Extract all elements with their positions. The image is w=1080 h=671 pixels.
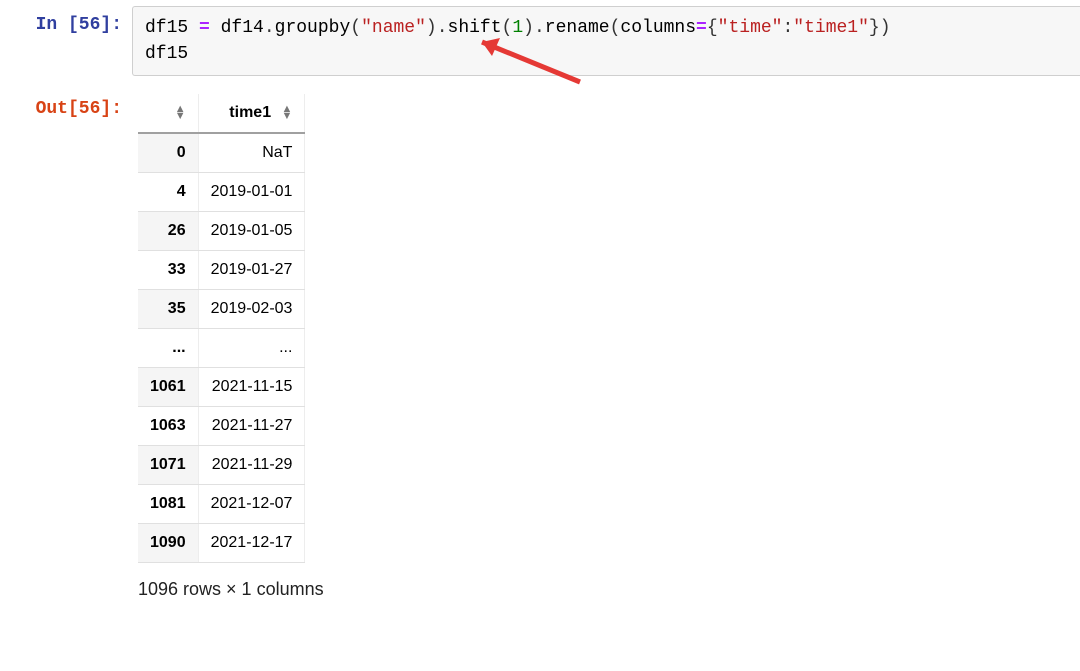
code-token: ): [880, 18, 891, 38]
row-index: 0: [138, 133, 198, 173]
code-cell[interactable]: df15 = df14.groupby("name").shift(1).ren…: [132, 6, 1080, 76]
sort-icon: ▲▼: [282, 106, 293, 119]
cell-value: 2021-11-29: [198, 446, 305, 485]
row-index: 1071: [138, 446, 198, 485]
table-row: 352019-02-03: [138, 290, 305, 329]
table-row: 332019-01-27: [138, 251, 305, 290]
cell-value: 2019-01-05: [198, 212, 305, 251]
cell-value: 2021-11-27: [198, 407, 305, 446]
output-cell-row: Out[56]: ▲▼ time1 ▲▼ 0NaT: [0, 90, 1080, 600]
row-index: 1081: [138, 485, 198, 524]
cell-value: 2021-12-07: [198, 485, 305, 524]
table-row: 10632021-11-27: [138, 407, 305, 446]
cell-value: 2021-12-17: [198, 524, 305, 563]
code-token: 1: [512, 18, 523, 38]
code-token: .: [534, 18, 545, 38]
table-row: 10902021-12-17: [138, 524, 305, 563]
code-token: (: [350, 18, 361, 38]
output-area: ▲▼ time1 ▲▼ 0NaT 42019-01-01 262019-01-0…: [132, 90, 1080, 600]
cell-value: 2019-02-03: [198, 290, 305, 329]
column-header-label: time1: [229, 104, 271, 121]
row-index: 35: [138, 290, 198, 329]
table-row: 10612021-11-15: [138, 368, 305, 407]
header-row: ▲▼ time1 ▲▼: [138, 94, 305, 133]
code-token: groupby: [275, 18, 351, 38]
code-token: columns: [620, 18, 696, 38]
input-cell-row: In [56]: df15 = df14.groupby("name").shi…: [0, 6, 1080, 76]
row-index: 1063: [138, 407, 198, 446]
cell-value: 2021-11-15: [198, 368, 305, 407]
table-row: 10812021-12-07: [138, 485, 305, 524]
table-row: ......: [138, 329, 305, 368]
out-prompt: Out[56]:: [0, 90, 132, 121]
in-prompt: In [56]:: [0, 6, 132, 37]
row-index: 33: [138, 251, 198, 290]
cell-value: ...: [198, 329, 305, 368]
code-token: df14: [221, 18, 264, 38]
code-token: }: [869, 18, 880, 38]
code-token: ): [426, 18, 437, 38]
row-index: 1090: [138, 524, 198, 563]
cell-value: NaT: [198, 133, 305, 173]
table-row: 0NaT: [138, 133, 305, 173]
code-token: rename: [545, 18, 610, 38]
code-token: df15: [145, 18, 188, 38]
table-row: 42019-01-01: [138, 173, 305, 212]
row-index: 26: [138, 212, 198, 251]
table-row: 10712021-11-29: [138, 446, 305, 485]
dataframe-table: ▲▼ time1 ▲▼ 0NaT 42019-01-01 262019-01-0…: [138, 94, 305, 563]
row-index: 1061: [138, 368, 198, 407]
code-token: =: [696, 18, 707, 38]
code-token: (: [502, 18, 513, 38]
sort-icon: ▲▼: [175, 106, 186, 119]
code-token: .: [264, 18, 275, 38]
code-token: {: [707, 18, 718, 38]
code-token: "time1": [793, 18, 869, 38]
code-token: =: [188, 18, 220, 38]
code-token: ): [523, 18, 534, 38]
row-index: 4: [138, 173, 198, 212]
code-token: "name": [361, 18, 426, 38]
code-token: "time": [718, 18, 783, 38]
code-token: (: [610, 18, 621, 38]
code-token: df15: [145, 44, 188, 64]
index-header[interactable]: ▲▼: [138, 94, 198, 133]
code-token: :: [782, 18, 793, 38]
cell-value: 2019-01-01: [198, 173, 305, 212]
dataframe-summary: 1096 rows × 1 columns: [138, 579, 1080, 600]
code-token: shift: [448, 18, 502, 38]
row-index: ...: [138, 329, 198, 368]
cell-value: 2019-01-27: [198, 251, 305, 290]
code-token: .: [437, 18, 448, 38]
table-row: 262019-01-05: [138, 212, 305, 251]
column-header-time1[interactable]: time1 ▲▼: [198, 94, 305, 133]
